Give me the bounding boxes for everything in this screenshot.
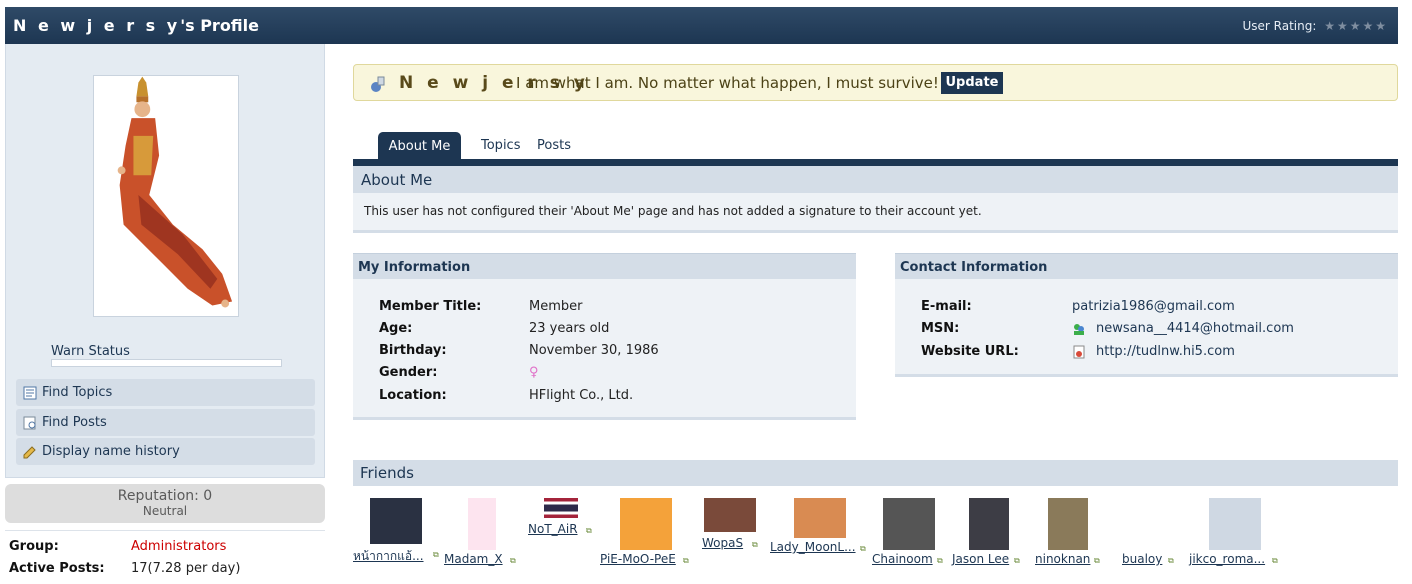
external-link-icon[interactable]: ⧉	[1168, 556, 1174, 566]
info-value: Member	[529, 299, 583, 314]
update-status-button[interactable]: Update	[941, 72, 1003, 94]
display-name-history-label: Display name history	[42, 444, 180, 459]
find-posts-label: Find Posts	[42, 415, 107, 430]
website-link[interactable]: http://tudlnw.hi5.com	[1096, 344, 1235, 359]
contact-label: E-mail:	[921, 299, 972, 314]
external-link-icon[interactable]: ⧉	[433, 550, 439, 560]
info-label: Birthday:	[379, 343, 447, 358]
friend-avatar[interactable]	[794, 498, 846, 538]
external-link-icon[interactable]: ⧉	[752, 540, 758, 550]
friend-name-link[interactable]: Lady_MoonL...	[770, 540, 856, 554]
profile-titlebar: N e w j e r s y's Profile User Rating: ★…	[5, 7, 1398, 44]
warn-status-label: Warn Status	[51, 344, 130, 359]
msn-link[interactable]: newsana__4414@hotmail.com	[1096, 321, 1294, 336]
tab-about-me[interactable]: About Me	[378, 132, 461, 160]
reputation-box: Reputation: 0 Neutral	[5, 484, 325, 523]
tab-topics[interactable]: Topics	[481, 138, 520, 153]
find-topics-link[interactable]: Find Topics	[16, 379, 315, 406]
external-link-icon[interactable]: ⧉	[937, 556, 943, 566]
user-rating: User Rating: ★★★★★	[1242, 19, 1388, 33]
group-label: Group:	[9, 539, 59, 554]
my-information-heading: My Information	[353, 253, 856, 279]
rating-stars-icon[interactable]: ★★★★★	[1324, 19, 1388, 33]
display-name-history-link[interactable]: Display name history	[16, 438, 315, 465]
history-icon	[23, 446, 36, 459]
friend-name-link[interactable]: WopaS	[702, 536, 743, 550]
warn-status-bar	[51, 359, 282, 367]
info-value: November 30, 1986	[529, 343, 659, 358]
info-value: 23 years old	[529, 321, 610, 336]
website-icon	[1073, 345, 1085, 359]
friend-name-link[interactable]: NoT_AiR	[528, 522, 578, 536]
friend-avatar[interactable]	[370, 498, 422, 544]
friend-name-link[interactable]: jikco_roma...	[1189, 552, 1265, 566]
tab-underline	[353, 159, 1398, 166]
external-link-icon[interactable]: ⧉	[683, 556, 689, 566]
contact-information-panel: Contact Information E-mail: patrizia1986@…	[895, 253, 1398, 377]
reputation-value: Reputation: 0	[117, 488, 213, 504]
female-icon: ♀	[529, 365, 539, 380]
friends-heading: Friends	[353, 460, 1398, 486]
find-posts-link[interactable]: Find Posts	[16, 409, 315, 436]
about-me-body: This user has not configured their 'Abou…	[353, 193, 1398, 233]
friend-avatar[interactable]	[704, 498, 756, 532]
thai-dancer-photo-icon	[117, 76, 233, 308]
tab-posts[interactable]: Posts	[537, 138, 571, 153]
info-value: HFlight Co., Ltd.	[529, 388, 634, 403]
divider	[5, 530, 325, 531]
external-link-icon[interactable]: ⧉	[510, 556, 516, 566]
find-topics-label: Find Topics	[42, 385, 113, 400]
friend-avatar[interactable]	[969, 498, 1009, 550]
external-link-icon[interactable]: ⧉	[1272, 556, 1278, 566]
msn-icon	[1074, 324, 1084, 335]
friend-avatar[interactable]	[468, 498, 496, 550]
friend-name-link[interactable]: Jason Lee	[952, 552, 1009, 566]
profile-title: N e w j e r s y's Profile	[13, 16, 259, 35]
friend-name-link[interactable]: Chainoom	[872, 552, 933, 566]
status-icon	[371, 76, 385, 92]
info-label: Gender:	[379, 365, 438, 380]
friend-name-link[interactable]: bualoy	[1122, 552, 1162, 566]
friend-avatar[interactable]	[544, 498, 578, 518]
group-value[interactable]: Administrators	[131, 539, 226, 554]
external-link-icon[interactable]: ⧉	[1014, 556, 1020, 566]
friend-name-link[interactable]: PiE-MoO-PeE	[600, 552, 676, 566]
my-information-panel: My Information Member Title: Member Age: 2…	[353, 253, 856, 420]
status-message: I am what I am. No matter what happen, I…	[516, 74, 951, 92]
info-label: Age:	[379, 321, 413, 336]
contact-information-heading: Contact Information	[895, 253, 1398, 279]
profile-sidebar: Warn Status Find Topics Find Posts Displ…	[5, 44, 325, 478]
friend-avatar[interactable]	[1123, 498, 1175, 550]
friend-name-link[interactable]: หน้ากากแอ้...	[353, 547, 424, 566]
friend-avatar[interactable]	[1209, 498, 1261, 550]
friend-name-link[interactable]: ninoknan	[1035, 552, 1090, 566]
external-link-icon[interactable]: ⧉	[586, 526, 592, 536]
external-link-icon[interactable]: ⧉	[1094, 556, 1100, 566]
user-rating-label: User Rating:	[1242, 19, 1317, 33]
topics-icon	[23, 386, 37, 400]
profile-photo	[93, 75, 239, 317]
info-label: Location:	[379, 388, 447, 403]
active-posts-value: 17(7.28 per day)	[131, 561, 241, 576]
contact-label: MSN:	[921, 321, 960, 336]
friend-avatar[interactable]	[1048, 498, 1088, 550]
friend-name-link[interactable]: Madam_X	[444, 552, 503, 566]
posts-icon	[23, 416, 36, 430]
friend-avatar[interactable]	[883, 498, 935, 550]
about-me-heading: About Me	[353, 166, 1398, 193]
friend-avatar[interactable]	[620, 498, 672, 550]
contact-label: Website URL:	[921, 344, 1019, 359]
status-update-bar: N e w j e r s y I am what I am. No matte…	[353, 64, 1398, 101]
email-link[interactable]: patrizia1986@gmail.com	[1072, 299, 1235, 314]
external-link-icon[interactable]: ⧉	[860, 544, 866, 554]
info-label: Member Title:	[379, 299, 482, 314]
active-posts-label: Active Posts:	[9, 561, 105, 576]
reputation-level: Neutral	[142, 504, 188, 518]
